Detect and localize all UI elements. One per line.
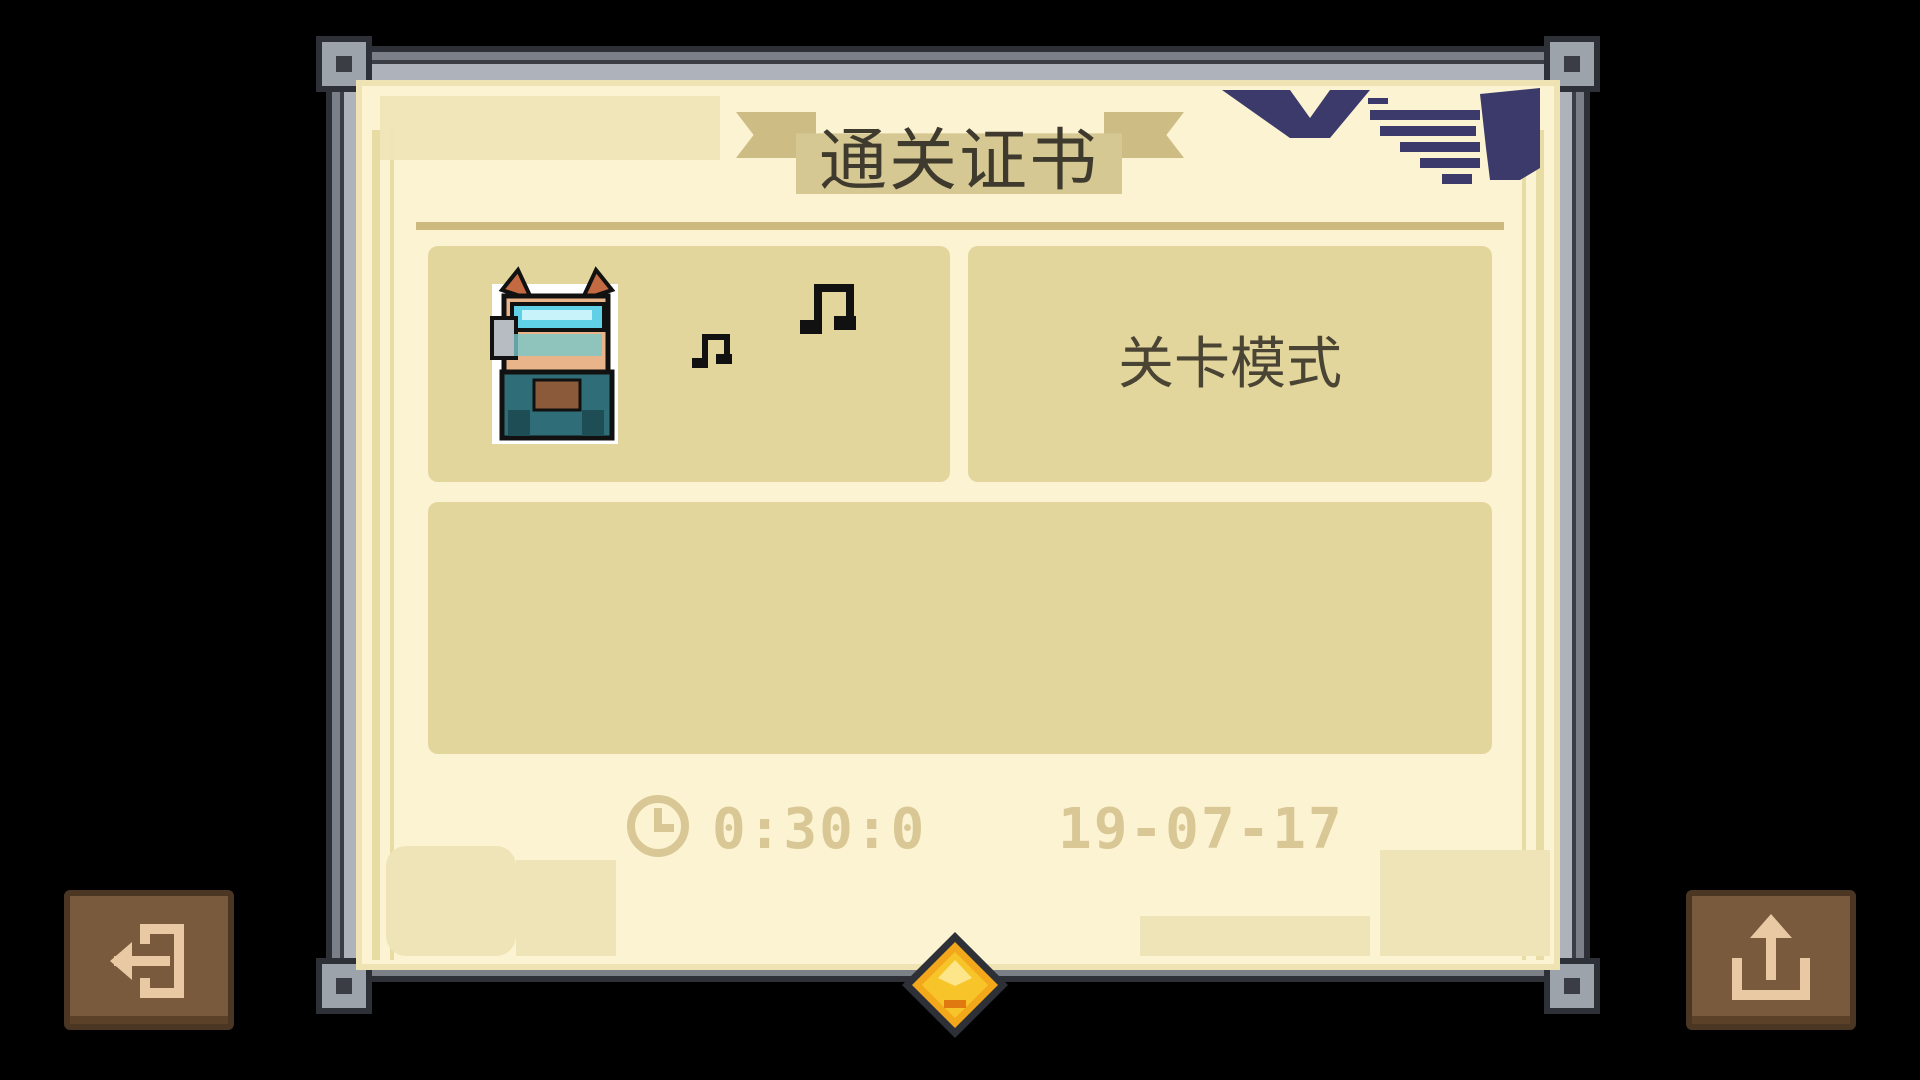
- music-note-large-icon: [800, 284, 856, 334]
- music-note-small-icon: [692, 334, 732, 368]
- clear-time: 0:30:0: [712, 797, 927, 862]
- paper-border-right-inner: [1522, 130, 1526, 960]
- clock-icon: [627, 795, 689, 857]
- exit-door-icon: [110, 924, 184, 998]
- decorative-stamp-bottom-left: [386, 846, 516, 956]
- info-panel: [428, 502, 1492, 754]
- share-button[interactable]: [1686, 890, 1856, 1030]
- share-upload-icon: [1732, 914, 1810, 1000]
- paper-border-left: [372, 130, 380, 960]
- paper-border-right: [1536, 130, 1544, 960]
- knight-character-icon: [490, 266, 618, 444]
- decorative-pattern-top-left: [380, 96, 720, 160]
- decorative-pattern-bottom-right: [1140, 916, 1370, 956]
- navy-wing-emblem-icon: [1222, 88, 1540, 184]
- decorative-pattern-bottom-left: [516, 860, 616, 956]
- paper-border-left-inner: [390, 130, 394, 960]
- clear-date: 19-07-17: [1058, 797, 1344, 862]
- certificate-title: 通关证书: [818, 122, 1099, 201]
- title-divider: [416, 222, 1504, 230]
- mode-label: 关卡模式: [1118, 332, 1342, 397]
- exit-button[interactable]: [64, 890, 234, 1030]
- decorative-stamp-bottom-right: [1380, 850, 1550, 956]
- gem-icon: [902, 932, 1008, 1038]
